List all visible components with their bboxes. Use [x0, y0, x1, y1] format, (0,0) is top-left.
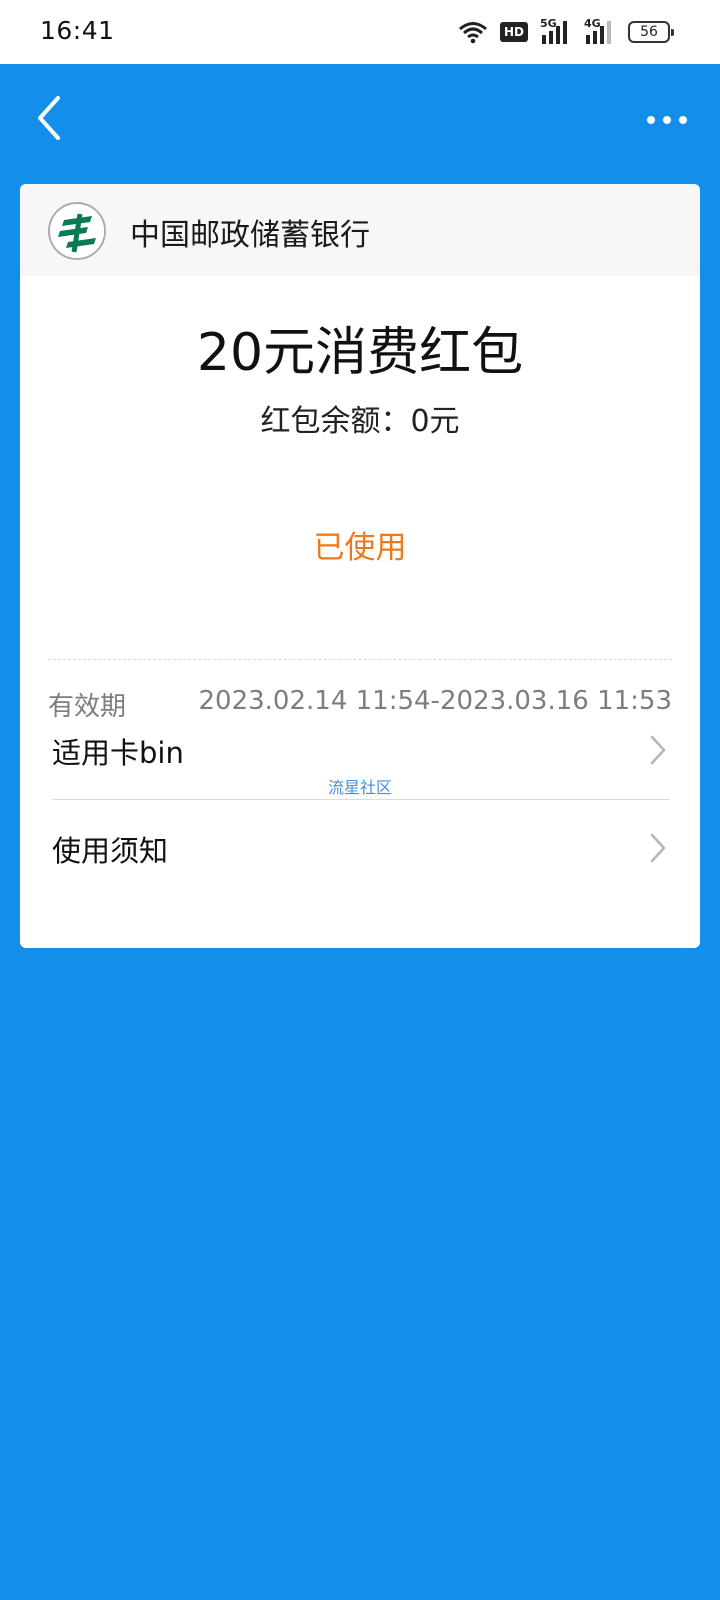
applicable-card-bin-label: 适用卡bin	[52, 736, 184, 770]
status-time: 16:41	[40, 16, 115, 45]
chevron-right-icon	[650, 833, 666, 863]
watermark-text: 流星社区	[327, 778, 392, 797]
signal-4g-icon: 4G	[584, 17, 616, 45]
coupon-title: 20元消费红包	[196, 323, 524, 383]
more-button[interactable]	[642, 102, 692, 138]
dashed-divider	[48, 659, 672, 660]
back-button[interactable]	[30, 88, 74, 148]
more-dots-icon	[647, 116, 687, 124]
nav-bar	[0, 64, 720, 174]
postal-savings-bank-logo	[48, 202, 106, 260]
coupon-balance: 红包余额：0元	[20, 396, 700, 440]
status-bar: 16:41 HD 5G 4G 56	[0, 0, 720, 64]
status-used-label: 已使用	[313, 530, 407, 566]
usage-notice-label: 使用须知	[52, 834, 169, 868]
wifi-icon	[459, 22, 487, 44]
balance-value: 0元	[410, 404, 460, 439]
signal-5g-icon: 5G	[540, 17, 572, 45]
bank-name: 中国邮政储蓄银行	[130, 218, 370, 253]
chevron-right-icon	[650, 735, 666, 765]
status-icons: HD 5G 4G 56	[458, 17, 674, 47]
balance-label: 红包余额：	[260, 404, 411, 439]
chevron-left-icon	[38, 96, 60, 140]
hd-icon: HD	[500, 22, 528, 42]
card-header: 中国邮政储蓄银行	[20, 184, 700, 276]
coupon-card: 中国邮政储蓄银行 20元消费红包 红包余额：0元 已使用 有效期 2023.02…	[20, 184, 700, 948]
validity-value: 2023.02.14 11:54-2023.03.16 11:53	[198, 686, 673, 716]
battery-level: 56	[640, 24, 658, 40]
battery-icon: 56	[628, 21, 674, 43]
usage-notice-row[interactable]: 使用须知	[52, 812, 670, 892]
